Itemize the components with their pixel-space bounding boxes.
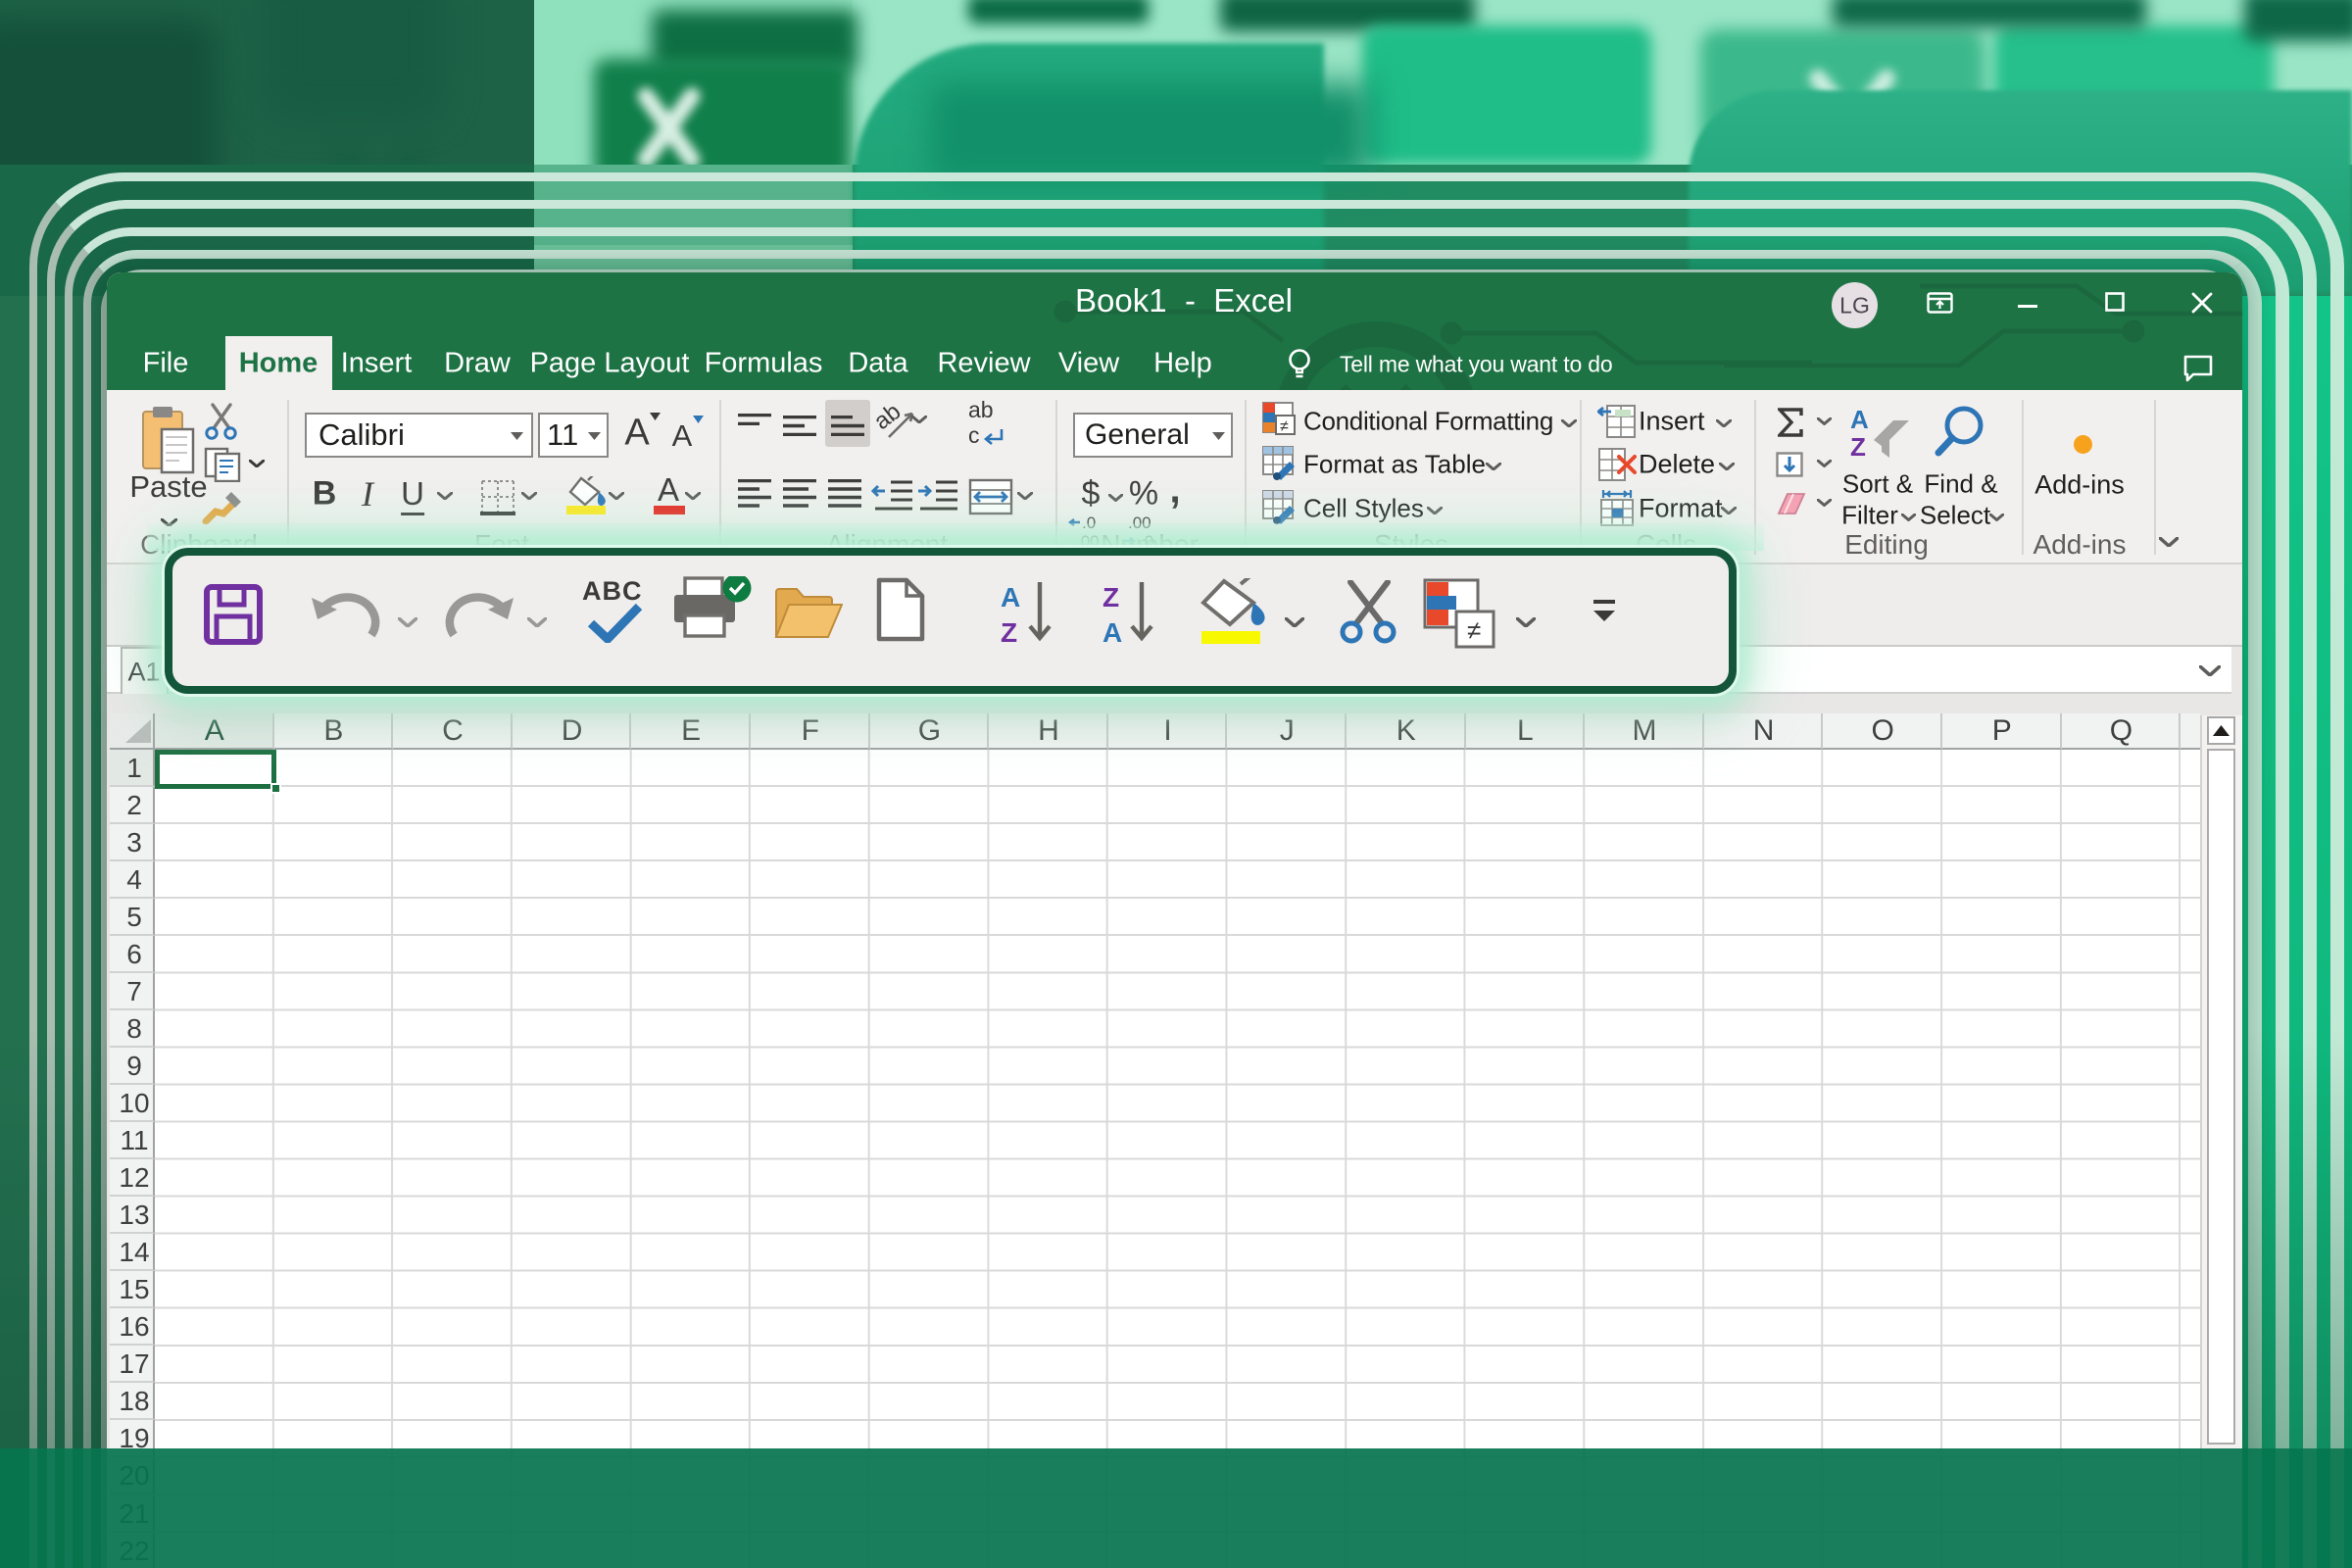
svg-text:c: c	[968, 422, 980, 448]
svg-text:≠: ≠	[1467, 615, 1481, 645]
svg-text:A: A	[1001, 582, 1020, 612]
svg-text:ab: ab	[875, 400, 906, 435]
svg-text:Z: Z	[1850, 432, 1866, 462]
svg-text:A: A	[1850, 407, 1869, 434]
svg-text:Z: Z	[1001, 617, 1017, 648]
svg-text:ab: ab	[968, 400, 994, 422]
svg-text:Z: Z	[1102, 582, 1119, 612]
svg-text:A: A	[1102, 617, 1122, 648]
svg-text:≠: ≠	[1280, 418, 1289, 435]
